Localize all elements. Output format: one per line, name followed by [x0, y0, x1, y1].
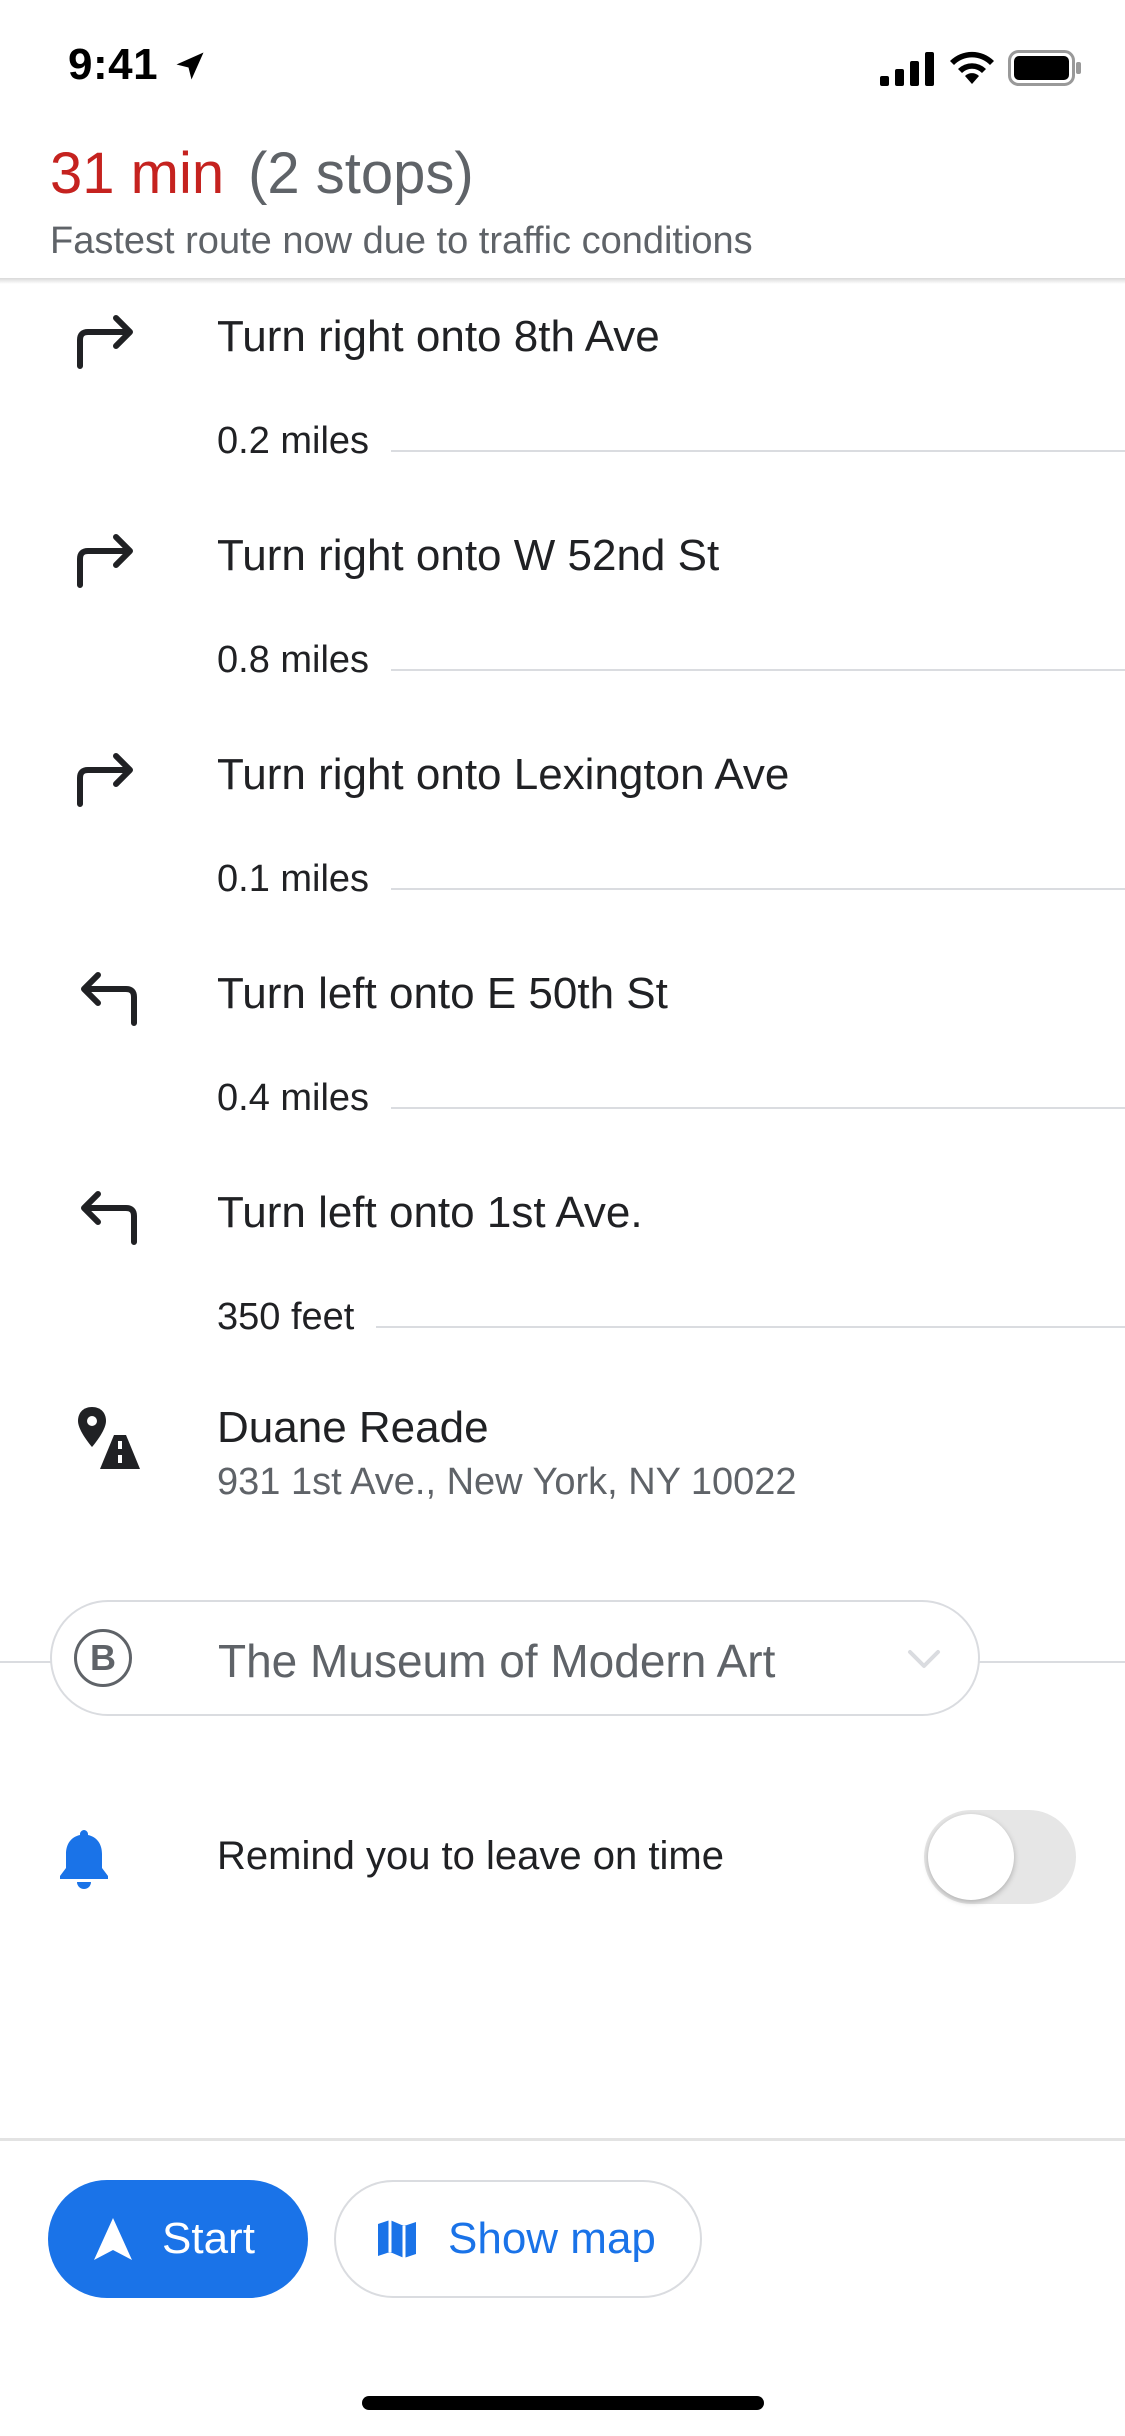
stop-name: Duane Reade	[217, 1403, 489, 1452]
direction-step[interactable]: Turn right onto W 52nd St 0.8 miles	[0, 509, 1125, 728]
location-arrow-icon	[176, 52, 204, 80]
turn-right-icon	[77, 315, 133, 369]
header-shadow	[0, 278, 1125, 284]
toggle-knob	[928, 1814, 1014, 1900]
route-duration: 31 min	[50, 141, 225, 206]
pin-road-icon	[78, 1407, 140, 1469]
direction-step[interactable]: Turn right onto Lexington Ave 0.1 miles	[0, 728, 1125, 947]
turn-left-icon	[81, 972, 137, 1026]
route-stops-count: (2 stops)	[248, 141, 474, 206]
step-instruction: Turn right onto W 52nd St	[217, 531, 720, 580]
wifi-icon	[950, 51, 994, 84]
battery-icon	[1008, 50, 1081, 86]
step-distance: 0.1 miles	[217, 858, 392, 901]
route-summary-header: 31 min (2 stops) Fastest route now due to…	[0, 130, 1125, 280]
status-time: 9:41	[68, 40, 159, 89]
navigation-arrow-icon	[94, 2218, 132, 2260]
step-distance: 0.2 miles	[217, 420, 392, 463]
show-map-button[interactable]: Show map	[334, 2180, 702, 2298]
bell-icon	[60, 1830, 108, 1889]
turn-right-icon	[77, 753, 133, 807]
chevron-down-icon	[908, 1650, 940, 1668]
route-summary-title: 31 min (2 stops)	[50, 140, 474, 207]
direction-steps-list: Turn right onto 8th Ave 0.2 miles Turn r…	[0, 290, 1125, 1385]
direction-step[interactable]: Turn left onto 1st Ave. 350 feet	[0, 1166, 1125, 1385]
direction-step[interactable]: Turn right onto 8th Ave 0.2 miles	[0, 290, 1125, 509]
step-instruction: Turn right onto 8th Ave	[217, 312, 660, 361]
bottom-divider	[0, 2138, 1125, 2141]
step-distance: 0.8 miles	[217, 639, 392, 682]
reminder-toggle[interactable]	[924, 1810, 1076, 1904]
directions-screen: 9:41 31 min (2 stops) Fastest route now d…	[0, 0, 1125, 2436]
step-instruction: Turn left onto 1st Ave.	[217, 1188, 643, 1237]
step-distance: 0.4 miles	[217, 1077, 392, 1120]
turn-right-icon	[77, 534, 133, 588]
stop-address: 931 1st Ave., New York, NY 10022	[217, 1461, 797, 1503]
start-button-label: Start	[162, 2214, 255, 2263]
start-button[interactable]: Start	[48, 2180, 308, 2298]
stop-destination[interactable]: Duane Reade 931 1st Ave., New York, NY 1…	[0, 1385, 1125, 1535]
status-bar: 9:41	[0, 0, 1125, 130]
destination-b-badge: B	[74, 1629, 132, 1687]
leave-reminder-row: Remind you to leave on time	[0, 1800, 1125, 1920]
destination-b-selector[interactable]: B The Museum of Modern Art	[50, 1600, 980, 1716]
step-instruction: Turn right onto Lexington Ave	[217, 750, 790, 799]
home-indicator[interactable]	[362, 2396, 764, 2410]
cellular-signal-icon	[880, 52, 934, 86]
direction-step[interactable]: Turn left onto E 50th St 0.4 miles	[0, 947, 1125, 1166]
route-subtitle: Fastest route now due to traffic conditi…	[50, 220, 753, 262]
reminder-label: Remind you to leave on time	[217, 1834, 724, 1878]
map-icon	[378, 2220, 416, 2258]
step-distance: 350 feet	[217, 1296, 377, 1339]
destination-b-name: The Museum of Modern Art	[218, 1635, 776, 1687]
turn-left-icon	[81, 1191, 137, 1245]
show-map-button-label: Show map	[448, 2214, 656, 2263]
step-instruction: Turn left onto E 50th St	[217, 969, 668, 1018]
